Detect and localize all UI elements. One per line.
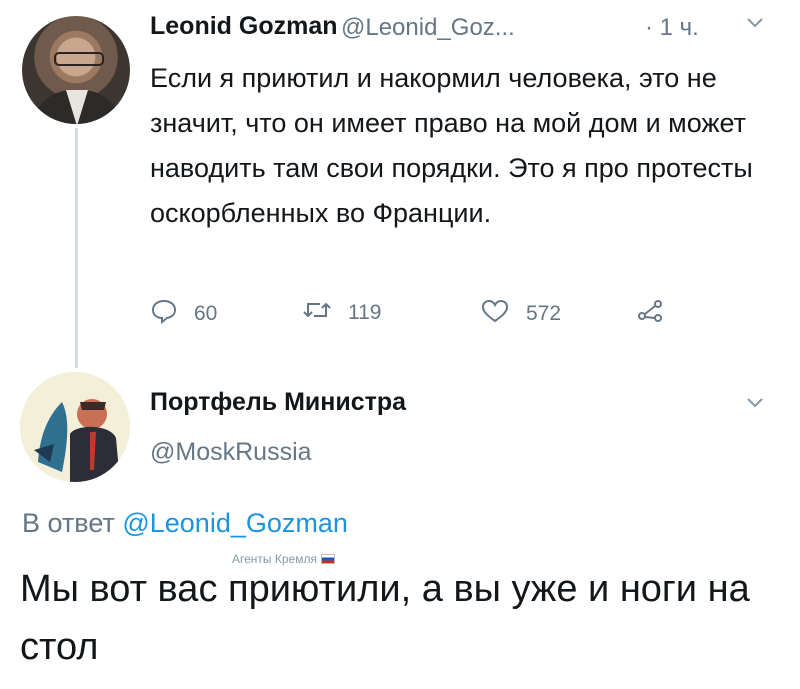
reply-icon xyxy=(150,298,178,330)
tweet-text: Мы вот вас приютили, а вы уже и ноги на … xyxy=(20,568,750,668)
author-name[interactable]: Портфель Министра xyxy=(150,388,406,417)
retweet-icon xyxy=(302,298,332,328)
reply-button[interactable]: 60 xyxy=(150,298,217,330)
chevron-down-icon[interactable] xyxy=(746,396,764,414)
thread-line xyxy=(75,128,78,368)
avatar-illustration xyxy=(20,372,130,482)
chevron-down-icon[interactable] xyxy=(746,16,764,34)
reply-mention-link[interactable]: @Leonid_Gozman xyxy=(122,508,348,538)
share-button[interactable] xyxy=(636,298,666,330)
author-name[interactable]: Leonid Gozman xyxy=(150,12,338,41)
tweet-actions: 60 119 572 xyxy=(150,298,710,328)
retweet-count: 119 xyxy=(348,301,382,324)
share-icon xyxy=(636,298,666,330)
author-avatar[interactable] xyxy=(22,16,130,124)
reply-prefix: В ответ xyxy=(22,508,115,538)
reply-count: 60 xyxy=(194,302,218,325)
retweet-button[interactable]: 119 xyxy=(302,298,381,328)
tweet-text: Если я приютил и накормил человека, это … xyxy=(150,63,753,228)
author-handle[interactable]: @Leonid_Goz... xyxy=(341,14,515,42)
avatar-figure-glasses xyxy=(54,52,104,66)
like-count: 572 xyxy=(526,302,562,325)
like-button[interactable]: 572 xyxy=(480,298,561,330)
reply-context: В ответ @Leonid_Gozman xyxy=(22,508,348,539)
author-avatar[interactable] xyxy=(20,372,130,482)
tweet-time[interactable]: · 1 ч. xyxy=(645,14,699,42)
author-handle[interactable]: @MoskRussia xyxy=(150,438,312,467)
heart-icon xyxy=(480,298,510,330)
